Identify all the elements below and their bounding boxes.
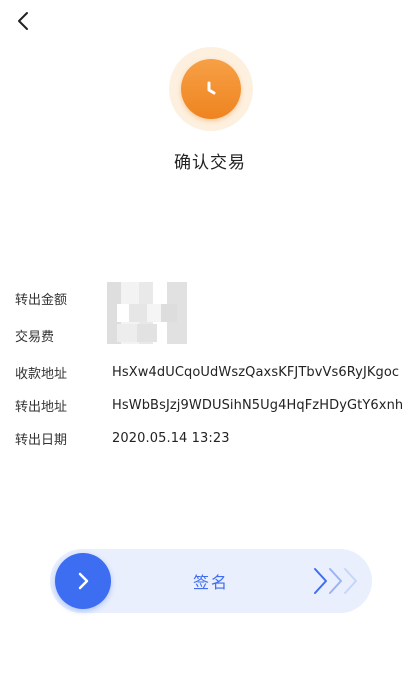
sign-slider-thumb[interactable] — [55, 553, 111, 609]
status-icon-halo — [169, 47, 253, 131]
fee-label: 交易费 — [15, 329, 55, 345]
from-address-label: 转出地址 — [15, 399, 68, 415]
confirm-transaction-screen: 确认交易 转出金额 交易费 收款地址 HsXw4dUCqoUdWszQaxsKF… — [0, 0, 420, 687]
redacted-amount-fee — [107, 282, 187, 344]
swipe-hint-chevrons-icon — [314, 568, 357, 594]
chevron-left-icon — [18, 12, 28, 30]
clock-icon — [207, 81, 216, 95]
amount-label: 转出金额 — [15, 292, 68, 308]
date-label: 转出日期 — [15, 432, 68, 448]
sign-slider[interactable]: 签名 — [50, 549, 372, 613]
detail-row-fee: 交易费 — [15, 324, 112, 346]
back-button[interactable] — [8, 6, 38, 36]
chevron-right-icon — [78, 572, 89, 590]
to-address-value: HsXw4dUCqoUdWszQaxsKFJTbvVs6RyJKgoc — [112, 364, 400, 380]
date-value: 2020.05.14 13:23 — [112, 430, 230, 446]
page-title: 确认交易 — [174, 153, 246, 173]
detail-row-from-address: 转出地址 HsWbBsJzj9WDUSihN5Ug4HqFzHDyGtY6xnh — [15, 394, 403, 416]
detail-row-amount: 转出金额 — [15, 287, 112, 309]
detail-row-date: 转出日期 2020.05.14 13:23 — [15, 427, 230, 449]
from-address-value: HsWbBsJzj9WDUSihN5Ug4HqFzHDyGtY6xnh — [112, 397, 404, 413]
status-circle — [181, 59, 241, 119]
detail-row-to-address: 收款地址 HsXw4dUCqoUdWszQaxsKFJTbvVs6RyJKgoc — [15, 361, 399, 383]
to-address-label: 收款地址 — [15, 366, 68, 382]
